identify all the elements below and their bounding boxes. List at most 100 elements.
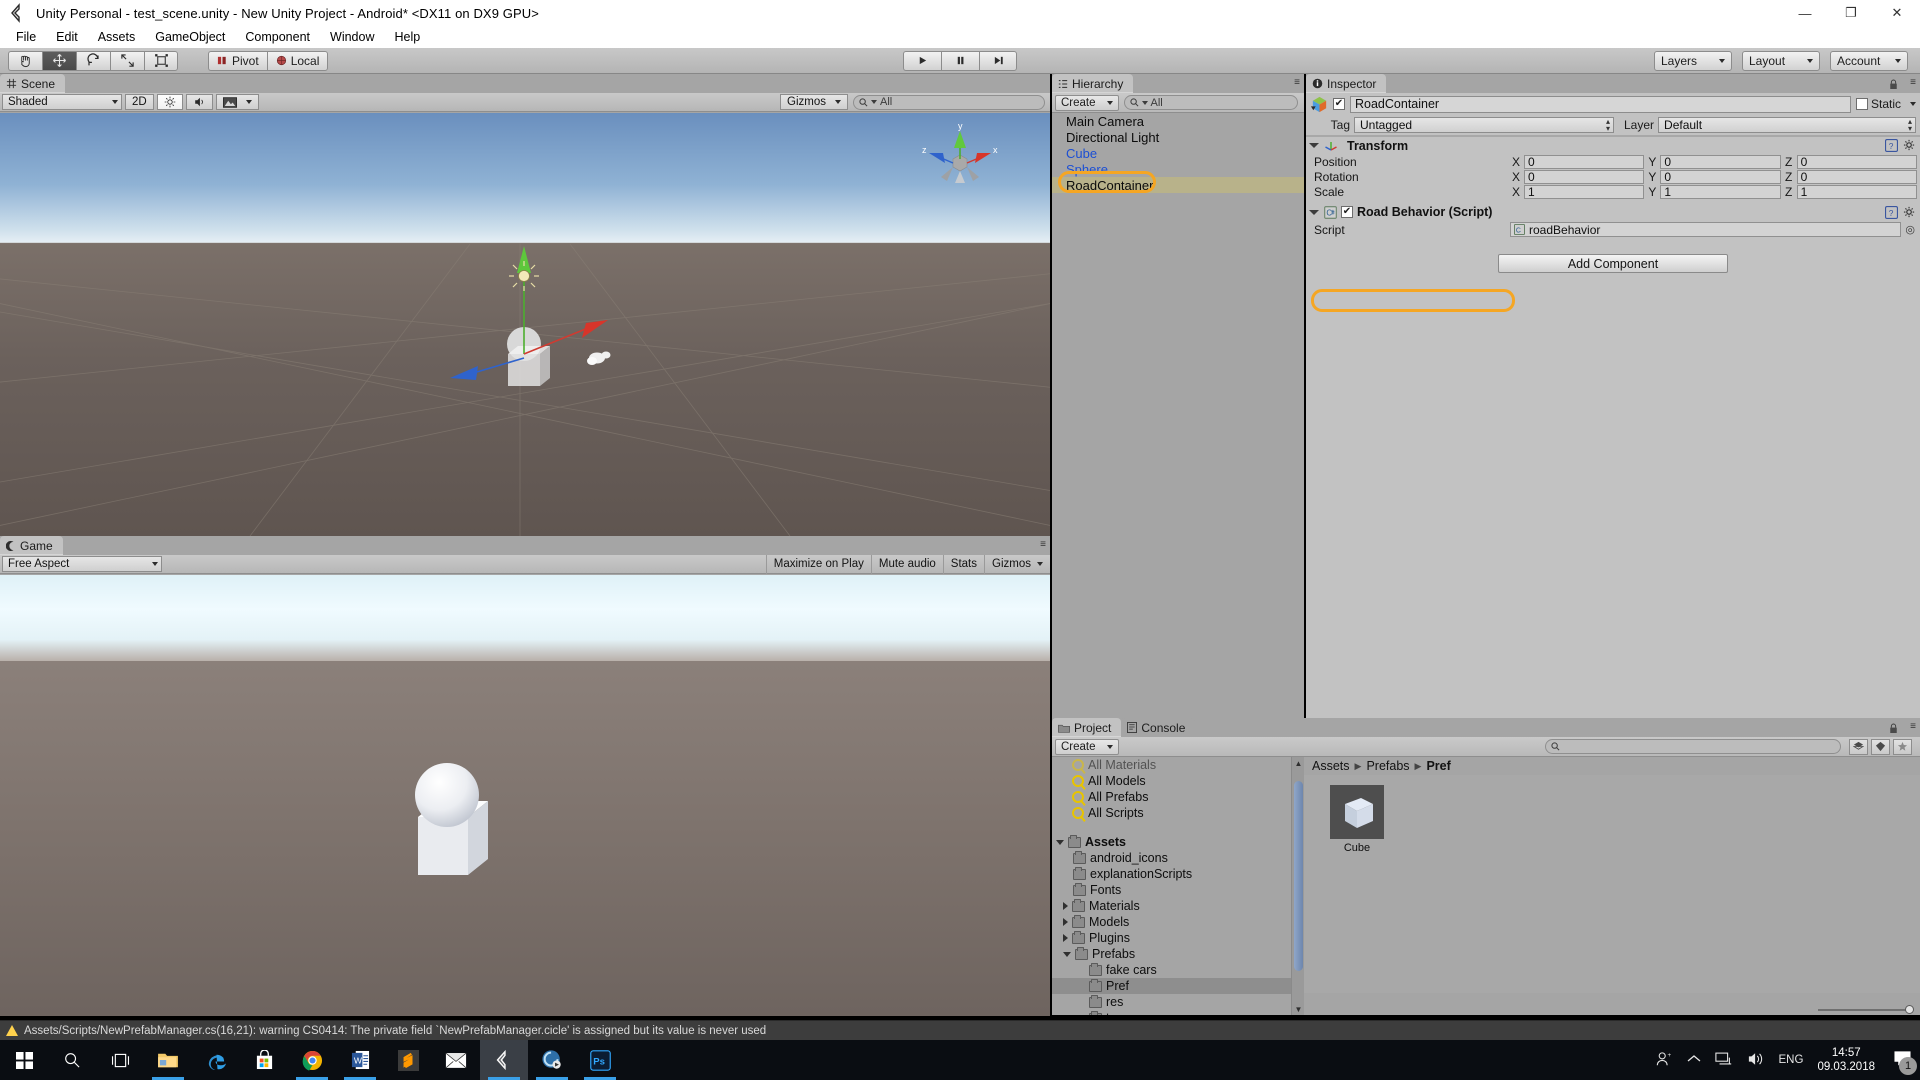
object-enabled-checkbox[interactable]: ✔ [1333,98,1345,110]
scale-tool-button[interactable] [110,50,144,71]
project-tree-true-cars[interactable]: true cars [1052,1010,1304,1015]
project-tree-pref[interactable]: Pref [1052,978,1304,994]
tab-console[interactable]: Console [1121,718,1196,737]
breadcrumb-pref[interactable]: Pref [1426,759,1450,773]
breadcrumb-assets[interactable]: Assets [1312,759,1350,773]
transform-component-header[interactable]: Transform ? [1306,137,1920,154]
rotation-y-input[interactable]: 0 [1660,169,1781,184]
position-y-input[interactable]: 0 [1660,154,1781,169]
maximize-button[interactable]: ❐ [1828,0,1874,26]
pause-button[interactable] [941,50,979,71]
script-enabled-checkbox[interactable]: ✔ [1341,206,1353,218]
clock[interactable]: 14:57 09.03.2018 [1817,1046,1875,1074]
maximize-on-play-button[interactable]: Maximize on Play [765,554,871,574]
panel-menu-icon[interactable]: ≡ [1910,722,1916,732]
hierarchy-item-sphere[interactable]: Sphere [1052,161,1304,177]
scrollbar-thumb[interactable] [1294,781,1303,971]
position-z-input[interactable]: 0 [1796,154,1917,169]
panel-menu-icon[interactable]: ≡ [1910,78,1916,88]
people-icon[interactable]: + [1655,1051,1673,1070]
position-x-input[interactable]: 0 [1524,154,1645,169]
layer-dropdown[interactable]: Default ▴ ▾ [1658,117,1916,133]
project-tree-explanationscripts[interactable]: explanationScripts [1052,866,1304,882]
layout-dropdown[interactable]: Layout [1742,50,1820,71]
gear-icon[interactable] [1903,139,1916,152]
shading-mode-dropdown[interactable]: Shaded [2,94,122,110]
scale-z-input[interactable]: 1 [1796,184,1917,199]
chevron-right-icon[interactable] [1063,934,1068,942]
menu-gameobject[interactable]: GameObject [145,28,235,46]
chevron-right-icon[interactable] [1063,902,1068,910]
photoshop-icon[interactable]: Ps [576,1040,624,1080]
close-button[interactable]: ✕ [1874,0,1920,26]
tab-project[interactable]: Project [1052,718,1122,737]
rotation-z-input[interactable]: 0 [1796,169,1917,184]
file-explorer-icon[interactable] [144,1040,192,1080]
task-view-icon[interactable] [96,1040,144,1080]
scene-audio-button[interactable] [185,94,213,110]
menu-edit[interactable]: Edit [46,28,88,46]
lock-icon[interactable] [1889,78,1898,93]
scale-y-input[interactable]: 1 [1660,184,1781,199]
word-icon[interactable]: W [336,1040,384,1080]
scale-x-input[interactable]: 1 [1524,184,1645,199]
account-dropdown[interactable]: Account [1830,50,1908,71]
project-tree-assets[interactable]: Assets [1052,834,1304,850]
tab-scene[interactable]: Scene [0,74,66,93]
unity-hub-icon[interactable] [528,1040,576,1080]
toggle-2d-button[interactable]: 2D [125,94,154,110]
project-tree-fake-cars[interactable]: fake cars [1052,962,1304,978]
mute-audio-button[interactable]: Mute audio [870,554,943,574]
volume-icon[interactable] [1747,1051,1765,1070]
static-toggle[interactable]: Static [1855,97,1916,111]
project-favorite-all-materials[interactable]: All Materials [1052,757,1304,773]
search-icon[interactable] [48,1040,96,1080]
scene-object-gizmo[interactable] [430,228,650,418]
mail-icon[interactable] [432,1040,480,1080]
menu-file[interactable]: File [6,28,46,46]
notification-center-icon[interactable]: 1 [1893,1050,1917,1075]
project-tree-res[interactable]: res [1052,994,1304,1010]
menu-window[interactable]: Window [320,28,384,46]
hierarchy-item-roadcontainer[interactable]: RoadContainer [1052,177,1304,193]
hierarchy-create-button[interactable]: Create [1055,94,1119,111]
stats-button[interactable]: Stats [942,554,984,574]
scene-orientation-gizmo[interactable]: y x z [915,121,1005,201]
project-tree-plugins[interactable]: Plugins [1052,930,1304,946]
sublime-icon[interactable] [384,1040,432,1080]
favorite-star-icon[interactable] [1893,738,1912,755]
scroll-up-arrow-icon[interactable]: ▲ [1292,757,1304,769]
object-picker-icon[interactable]: ◎ [1903,223,1917,236]
script-object-field[interactable]: C roadBehavior [1510,222,1902,237]
rect-tool-button[interactable] [144,50,178,71]
layers-dropdown[interactable]: Layers [1654,50,1732,71]
store-icon[interactable] [240,1040,288,1080]
tab-game[interactable]: Game [0,536,63,555]
hand-tool-button[interactable] [8,50,42,71]
project-favorite-all-models[interactable]: All Models [1052,773,1304,789]
foldout-arrow-icon[interactable] [1309,143,1319,148]
game-gizmos-button[interactable]: Gizmos [984,554,1050,574]
scene-gizmos-button[interactable]: Gizmos [780,94,848,110]
scene-fx-button[interactable] [215,94,259,110]
hierarchy-search-input[interactable]: All [1123,95,1298,110]
local-toggle-button[interactable]: Local [266,50,329,71]
help-icon[interactable]: ? [1885,205,1898,219]
aspect-ratio-dropdown[interactable]: Free Aspect [2,556,162,572]
static-checkbox[interactable] [1855,98,1868,110]
project-tree-models[interactable]: Models [1052,914,1304,930]
add-component-button[interactable]: Add Component [1498,254,1728,273]
step-button[interactable] [979,50,1017,71]
hierarchy-item-main-camera[interactable]: Main Camera [1052,113,1304,129]
network-icon[interactable] [1714,1051,1733,1069]
menu-component[interactable]: Component [235,28,320,46]
tag-dropdown[interactable]: Untagged ▴ ▾ [1354,117,1614,133]
chevron-down-icon[interactable] [1063,951,1071,957]
filter-type-icon[interactable] [1849,738,1868,755]
project-create-button[interactable]: Create [1055,738,1119,755]
rotation-x-input[interactable]: 0 [1524,169,1645,184]
asset-zoom-slider[interactable] [1818,1005,1914,1014]
edge-icon[interactable] [192,1040,240,1080]
panel-menu-icon[interactable]: ≡ [1294,78,1300,88]
help-icon[interactable]: ? [1885,139,1898,152]
